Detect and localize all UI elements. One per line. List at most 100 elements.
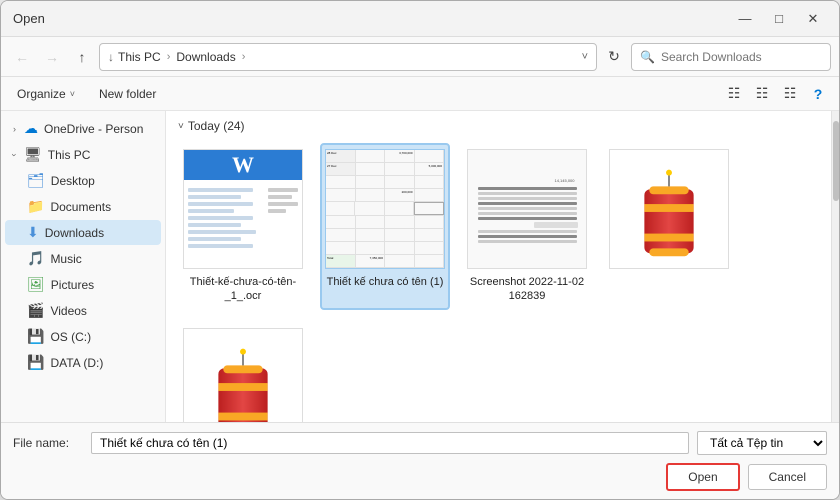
word-line	[188, 237, 241, 241]
word-line	[188, 244, 253, 248]
videos-icon: 🎬	[27, 302, 44, 319]
file-item-firecracker1[interactable]	[604, 143, 734, 310]
sheet-cell	[415, 229, 445, 241]
new-folder-button[interactable]: New folder	[91, 84, 164, 104]
screenshot-content: 14,145,000	[468, 150, 586, 268]
sidebar-item-thispc[interactable]: › 🖥 This PC	[5, 142, 161, 167]
filetype-select[interactable]: Tất cả Tệp tin	[697, 431, 827, 455]
content-area: › ☁ OneDrive - Person › 🖥 This PC 🗂 Desk…	[1, 111, 839, 422]
address-bar-icon: ↓	[108, 50, 114, 64]
close-button[interactable]: ✕	[799, 8, 827, 30]
organize-chevron-icon: ˅	[70, 89, 75, 99]
sidebar-item-downloads[interactable]: ⬇ Downloads	[5, 220, 161, 245]
word-line	[188, 216, 253, 220]
sidebar-item-pictures[interactable]: 🖼 Pictures	[5, 272, 161, 297]
sidebar-item-label: Music	[50, 252, 153, 266]
spreadsheet-content: 28 Dec 3,700,000 27 Dec 5,000,000	[326, 150, 444, 268]
open-button[interactable]: Open	[666, 463, 739, 491]
firecracker-svg	[610, 149, 728, 269]
word-sidebar-line	[268, 188, 298, 192]
sheet-cell	[326, 242, 356, 254]
sheet-cell	[356, 176, 386, 188]
file-item-firecracker2[interactable]	[178, 322, 308, 422]
sidebar-item-documents[interactable]: 📁 Documents	[5, 194, 161, 219]
cancel-button[interactable]: Cancel	[748, 464, 827, 490]
sheet-cell	[356, 189, 386, 201]
scrollbar[interactable]	[831, 111, 839, 422]
sidebar-item-music[interactable]: 🎵 Music	[5, 246, 161, 271]
drive-c-icon: 💾	[27, 328, 44, 345]
sidebar-item-onedrive[interactable]: › ☁ OneDrive - Person	[5, 116, 161, 141]
sheet-cell	[415, 255, 445, 267]
help-button[interactable]: ?	[805, 81, 831, 107]
sheet-cell	[385, 176, 415, 188]
chevron-icon: ›	[13, 124, 16, 134]
ss-block	[534, 222, 578, 228]
view-tiles-button[interactable]: ☷	[721, 81, 747, 107]
word-sidebar-lines	[268, 184, 298, 264]
forward-button[interactable]: →	[39, 44, 65, 70]
breadcrumb-sep-1: ›	[167, 51, 171, 63]
sheet-cell	[415, 242, 445, 254]
navigation-bar: ← → ↑ ↓ This PC › Downloads › ˅ ↻ 🔍	[1, 37, 839, 77]
file-item-word[interactable]: W	[178, 143, 308, 310]
sheet-row: 27 Dec 5,000,000	[326, 163, 444, 176]
word-line	[188, 230, 256, 234]
up-button[interactable]: ↑	[69, 44, 95, 70]
sidebar-item-osc[interactable]: 💾 OS (C:)	[5, 324, 161, 349]
sidebar-item-label: Desktop	[51, 174, 153, 188]
sheet-cell	[356, 242, 386, 254]
ss-header: 14,145,000	[478, 176, 577, 185]
group-label: Today (24)	[188, 119, 245, 133]
view-buttons: ☷ ☷ ☷ ?	[721, 81, 831, 107]
sidebar-item-desktop[interactable]: 🗂 Desktop	[5, 168, 161, 193]
ss-line	[478, 192, 577, 195]
file-item-screenshot[interactable]: 14,145,000	[462, 143, 592, 310]
file-thumbnail-spreadsheet: 28 Dec 3,700,000 27 Dec 5,000,000	[325, 149, 445, 269]
file-item-spreadsheet[interactable]: 28 Dec 3,700,000 27 Dec 5,000,000	[320, 143, 450, 310]
word-sidebar-line	[268, 202, 298, 206]
search-input[interactable]	[661, 50, 822, 64]
address-bar[interactable]: ↓ This PC › Downloads › ˅	[99, 43, 597, 71]
search-box[interactable]: 🔍	[631, 43, 831, 71]
sheet-cell	[326, 216, 356, 228]
file-thumbnail-firecracker2	[183, 328, 303, 422]
sheet-row	[326, 202, 444, 215]
word-line	[188, 223, 241, 227]
title-bar: Open — □ ✕	[1, 1, 839, 37]
sidebar-item-label: Pictures	[51, 278, 153, 292]
window-controls: — □ ✕	[731, 8, 827, 30]
group-chevron-icon: ˅	[178, 121, 184, 132]
refresh-button[interactable]: ↻	[601, 44, 627, 70]
maximize-button[interactable]: □	[765, 8, 793, 30]
sidebar-item-label: Downloads	[45, 226, 153, 240]
downloads-icon: ⬇	[27, 224, 39, 241]
filename-input[interactable]	[91, 432, 689, 454]
scrollbar-thumb[interactable]	[833, 121, 839, 201]
view-list-button[interactable]: ☷	[777, 81, 803, 107]
sidebar-item-datad[interactable]: 💾 DATA (D:)	[5, 350, 161, 375]
desktop-icon: 🗂	[27, 172, 45, 189]
sidebar-item-label: OneDrive - Person	[44, 122, 153, 136]
minimize-button[interactable]: —	[731, 8, 759, 30]
organize-button[interactable]: Organize ˅	[9, 84, 83, 104]
word-header: W	[184, 150, 302, 180]
sheet-cell	[414, 202, 444, 214]
file-thumbnail-firecracker1	[609, 149, 729, 269]
sheet-row: 28 Dec 3,700,000	[326, 150, 444, 163]
sidebar-item-label: Videos	[50, 304, 153, 318]
back-button[interactable]: ←	[9, 44, 35, 70]
sheet-cell	[415, 189, 445, 201]
chevron-icon: ›	[10, 153, 20, 156]
file-grid: W	[178, 143, 819, 422]
breadcrumb-sep-2: ›	[242, 51, 246, 63]
sidebar-item-videos[interactable]: 🎬 Videos	[5, 298, 161, 323]
view-details-button[interactable]: ☷	[749, 81, 775, 107]
sheet-cell	[356, 229, 386, 241]
sheet-cell	[326, 189, 356, 201]
sidebar: › ☁ OneDrive - Person › 🖥 This PC 🗂 Desk…	[1, 111, 166, 422]
address-dropdown-icon[interactable]: ˅	[582, 51, 588, 63]
new-folder-label: New folder	[99, 87, 156, 101]
word-line	[188, 188, 253, 192]
file-name-screenshot: Screenshot 2022-11-02 162839	[468, 275, 586, 304]
